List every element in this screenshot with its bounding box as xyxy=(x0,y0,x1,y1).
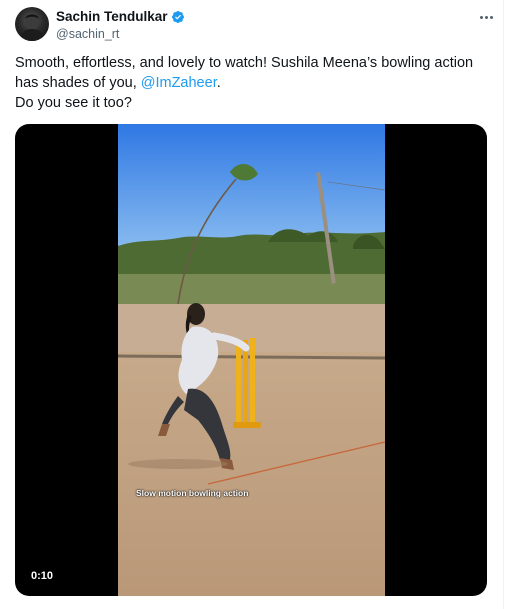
tweet-text-line-1: Smooth, effortless, and lovely to watch!… xyxy=(15,53,493,93)
video-caption: Slow motion bowling action xyxy=(136,488,249,498)
mention-link[interactable]: @ImZaheer xyxy=(141,75,217,91)
tweet-text-period: . xyxy=(216,75,221,91)
video-player[interactable]: Slow motion bowling action 0:10 xyxy=(15,124,487,596)
dot-icon xyxy=(479,15,483,19)
frame-divider xyxy=(503,0,504,609)
video-duration: 0:10 xyxy=(26,568,59,584)
dot-icon xyxy=(489,15,493,19)
avatar[interactable] xyxy=(15,7,49,41)
name-row: Sachin Tendulkar xyxy=(56,8,185,25)
tweet-text-line-2: Do you see it too? xyxy=(15,95,132,111)
verified-badge-icon[interactable] xyxy=(171,10,185,24)
more-options-icon[interactable] xyxy=(476,10,496,24)
author-handle[interactable]: @sachin_rt xyxy=(56,27,185,41)
video-frame: Slow motion bowling action xyxy=(118,124,385,596)
dot-icon xyxy=(484,15,488,19)
tweet-header: Sachin Tendulkar @sachin_rt xyxy=(15,7,500,43)
video-scene-image xyxy=(118,124,385,596)
tweet-text: Smooth, effortless, and lovely to watch!… xyxy=(15,53,493,113)
tweet-text-body: Smooth, effortless, and lovely to watch!… xyxy=(15,55,474,91)
avatar-portrait-icon xyxy=(19,14,45,41)
display-name[interactable]: Sachin Tendulkar xyxy=(56,9,168,24)
author-block: Sachin Tendulkar @sachin_rt xyxy=(56,8,185,41)
